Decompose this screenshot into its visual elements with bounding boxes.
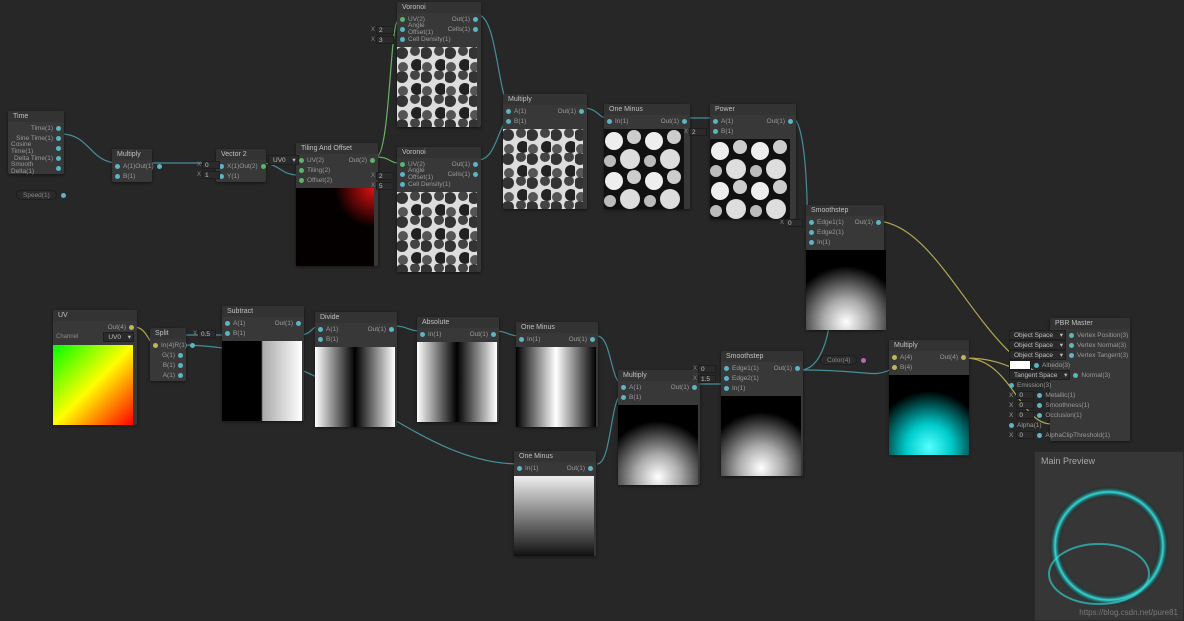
preview-multiply-3 — [618, 405, 698, 485]
pill-color[interactable]: Color(4) — [820, 355, 857, 365]
node-multiply-3[interactable]: Multiply A(1)Out(1) B(1) — [618, 370, 700, 485]
pbr-port: Alpha(1) — [1009, 420, 1131, 430]
preview-smoothstep-1 — [806, 250, 886, 330]
node-multiply-2[interactable]: Multiply A(1)Out(1) B(1) — [503, 94, 587, 209]
pbr-port: X0AlphaClipThreshold(1) — [1009, 430, 1131, 440]
node-smoothstep-2[interactable]: Smoothstep Edge1(1)Out(1) Edge2(1) In(1) — [721, 351, 803, 476]
node-one-minus-3[interactable]: One Minus In(1)Out(1) — [514, 451, 596, 556]
node-vector2[interactable]: Vector 2 X(1)Out(2) Y(1) — [216, 149, 266, 182]
node-power[interactable]: Power A(1)Out(1) B(1) — [710, 104, 796, 219]
preview-multiply-2 — [503, 129, 583, 209]
preview-one-minus-3 — [514, 476, 594, 556]
pbr-port: Emission(3) — [1009, 380, 1131, 390]
preview-uv — [53, 345, 133, 425]
pbr-port: Albedo(3) — [1009, 360, 1131, 370]
preview-subtract — [222, 341, 302, 421]
pbr-port: X0Smoothness(1) — [1009, 400, 1131, 410]
node-smoothstep-1[interactable]: Smoothstep Edge1(1)Out(1) Edge2(1) In(1) — [806, 205, 884, 330]
preview-multiply-4 — [889, 375, 969, 455]
preview-tiling — [296, 188, 374, 266]
node-divide[interactable]: Divide A(1)Out(1) B(1) — [315, 312, 397, 427]
main-preview-title: Main Preview — [1035, 452, 1183, 470]
node-split[interactable]: Split In(4)R(1) G(1) B(1) A(1) — [150, 328, 186, 381]
pbr-port: Object SpaceVertex Tangent(3) — [1009, 350, 1131, 360]
pbr-port: Object SpaceVertex Normal(3) — [1009, 340, 1131, 350]
preview-voronoi-1 — [397, 47, 477, 127]
preview-smoothstep-2 — [721, 396, 801, 476]
node-multiply-4[interactable]: Multiply A(4)Out(4) B(4) — [889, 340, 969, 455]
pbr-port: Object SpaceVertex Position(3) — [1009, 330, 1131, 340]
node-subtract[interactable]: Subtract A(1)Out(1) B(1) — [222, 306, 304, 421]
preview-one-minus-2 — [516, 347, 596, 427]
node-time[interactable]: Time Time(1) Sine Time(1) Cosine Time(1)… — [8, 111, 64, 174]
preview-one-minus-1 — [604, 129, 684, 209]
watermark: https://blog.csdn.net/pure81 — [1079, 608, 1178, 617]
node-uv[interactable]: UV Out(4) ChannelUV0 — [53, 310, 137, 425]
node-pbr-master[interactable]: PBR Master Object SpaceVertex Position(3… — [1050, 318, 1130, 441]
preview-voronoi-2 — [397, 192, 477, 272]
preview-absolute — [417, 342, 497, 422]
node-one-minus-1[interactable]: One Minus In(1)Out(1) — [604, 104, 690, 209]
pill-speed[interactable]: Speed(1) — [16, 190, 57, 200]
node-voronoi-2[interactable]: Voronoi UV(2)Out(1) Angle Offset(1)Cells… — [397, 147, 481, 272]
main-preview-panel[interactable]: Main Preview — [1034, 451, 1184, 621]
node-absolute[interactable]: Absolute In(1)Out(1) — [417, 317, 499, 422]
preview-power — [710, 139, 790, 219]
pbr-port: X0Metallic(1) — [1009, 390, 1131, 400]
main-preview-canvas — [1039, 474, 1179, 614]
pbr-port: X0Occlusion(1) — [1009, 410, 1131, 420]
preview-divide — [315, 347, 395, 427]
node-title: Time — [8, 111, 64, 122]
node-tiling-offset[interactable]: Tiling And Offset UV(2)Out(2) Tiling(2) … — [296, 143, 378, 266]
node-voronoi-1[interactable]: Voronoi UV(2)Out(1) Angle Offset(1)Cells… — [397, 2, 481, 127]
pbr-port: Tangent SpaceNormal(3) — [1009, 370, 1131, 380]
node-one-minus-2[interactable]: One Minus In(1)Out(1) — [516, 322, 598, 427]
node-multiply-1[interactable]: Multiply A(1)Out(1) B(1) — [112, 149, 152, 182]
